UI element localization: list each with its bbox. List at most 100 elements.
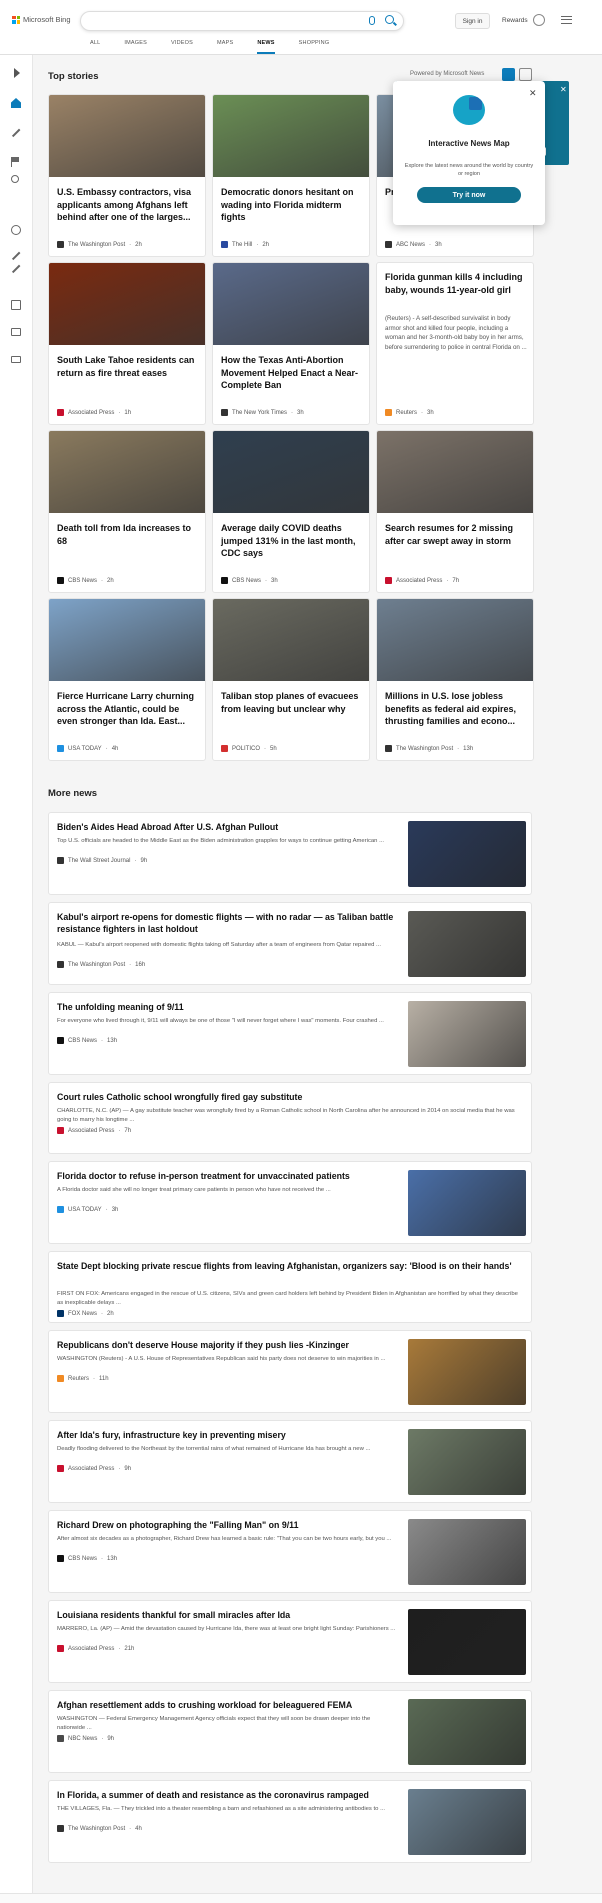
news-thumbnail[interactable] xyxy=(408,1429,526,1495)
news-title[interactable]: After Ida's fury, infrastructure key in … xyxy=(57,1429,397,1441)
story-title[interactable]: Millions in U.S. lose jobless benefits a… xyxy=(385,690,527,728)
try-it-now-button[interactable]: Try it now xyxy=(417,187,521,203)
tab-shopping[interactable]: SHOPPING xyxy=(299,40,330,54)
story-title[interactable]: Taliban stop planes of evacuees from lea… xyxy=(221,690,363,715)
top-story-card[interactable]: South Lake Tahoe residents can return as… xyxy=(48,262,206,425)
news-list-item[interactable]: State Dept blocking private rescue fligh… xyxy=(48,1251,532,1323)
news-list-item[interactable]: The unfolding meaning of 9/11 For everyon… xyxy=(48,992,532,1075)
tab-videos[interactable]: VIDEOS xyxy=(171,40,193,54)
news-list-item[interactable]: Afghan resettlement adds to crushing wor… xyxy=(48,1690,532,1773)
news-title[interactable]: In Florida, a summer of death and resist… xyxy=(57,1789,397,1801)
collapse-arrow-icon[interactable] xyxy=(14,68,20,78)
news-thumbnail[interactable] xyxy=(408,1699,526,1765)
tab-images[interactable]: IMAGES xyxy=(124,40,147,54)
map-view-icon[interactable] xyxy=(519,68,532,81)
news-title[interactable]: Louisiana residents thankful for small m… xyxy=(57,1609,397,1621)
top-story-card[interactable]: Taliban stop planes of evacuees from lea… xyxy=(212,598,370,761)
publisher-logo-icon xyxy=(57,1735,64,1742)
top-story-card[interactable]: Fierce Hurricane Larry churning across t… xyxy=(48,598,206,761)
story-image[interactable] xyxy=(377,431,533,513)
news-title[interactable]: Kabul's airport re-opens for domestic fl… xyxy=(57,911,397,935)
money-icon[interactable] xyxy=(11,356,21,363)
story-title[interactable]: Average daily COVID deaths jumped 131% i… xyxy=(221,522,363,560)
story-image[interactable] xyxy=(377,599,533,681)
news-list-item[interactable]: Louisiana residents thankful for small m… xyxy=(48,1600,532,1683)
story-title[interactable]: How the Texas Anti-Abortion Movement Hel… xyxy=(221,354,363,392)
home-icon[interactable] xyxy=(11,98,21,108)
chart-icon[interactable] xyxy=(11,251,21,260)
science-icon[interactable] xyxy=(11,128,21,137)
story-title[interactable]: Death toll from Ida increases to 68 xyxy=(57,522,199,547)
news-list-item[interactable]: Richard Drew on photographing the "Falli… xyxy=(48,1510,532,1593)
source-name: Associated Press xyxy=(68,1645,115,1652)
grid-view-icon[interactable] xyxy=(502,68,515,81)
sign-in-button[interactable]: Sign in xyxy=(455,13,490,29)
top-story-card[interactable]: U.S. Embassy contractors, visa applicant… xyxy=(48,94,206,257)
top-story-card[interactable]: Millions in U.S. lose jobless benefits a… xyxy=(376,598,534,761)
bing-logo[interactable]: Microsoft Bing xyxy=(12,15,71,24)
search-icon[interactable] xyxy=(385,15,394,24)
news-list-item[interactable]: Florida doctor to refuse in-person treat… xyxy=(48,1161,532,1244)
hamburger-menu-icon[interactable] xyxy=(561,16,572,24)
tab-news[interactable]: NEWS xyxy=(257,40,275,54)
search-box[interactable] xyxy=(80,11,404,31)
story-image[interactable] xyxy=(49,599,205,681)
news-list-item[interactable]: Court rules Catholic school wrongfully f… xyxy=(48,1082,532,1154)
story-image[interactable] xyxy=(49,95,205,177)
story-image[interactable] xyxy=(49,263,205,345)
news-title[interactable]: The unfolding meaning of 9/11 xyxy=(57,1001,397,1013)
world-icon[interactable] xyxy=(11,225,21,235)
news-thumbnail[interactable] xyxy=(408,1339,526,1405)
news-list-item[interactable]: After Ida's fury, infrastructure key in … xyxy=(48,1420,532,1503)
news-title[interactable]: Florida doctor to refuse in-person treat… xyxy=(57,1170,397,1182)
tab-all[interactable]: ALL xyxy=(90,40,100,54)
location-icon[interactable] xyxy=(11,175,19,183)
government-icon[interactable] xyxy=(11,328,21,336)
story-title[interactable]: South Lake Tahoe residents can return as… xyxy=(57,354,199,379)
news-thumbnail[interactable] xyxy=(408,1789,526,1855)
rewards-link[interactable]: Rewards xyxy=(502,17,528,24)
news-title[interactable]: Richard Drew on photographing the "Falli… xyxy=(57,1519,397,1531)
rocket-icon[interactable] xyxy=(11,264,21,273)
news-title[interactable]: Biden's Aides Head Abroad After U.S. Afg… xyxy=(57,821,397,833)
top-story-card[interactable]: Death toll from Ida increases to 68 CBS N… xyxy=(48,430,206,593)
news-thumbnail[interactable] xyxy=(408,1001,526,1067)
story-image[interactable] xyxy=(213,263,369,345)
news-list-item[interactable]: Republicans don't deserve House majority… xyxy=(48,1330,532,1413)
top-story-card[interactable]: Democratic donors hesitant on wading int… xyxy=(212,94,370,257)
entertainment-icon[interactable] xyxy=(11,300,21,310)
news-thumbnail[interactable] xyxy=(408,1609,526,1675)
close-icon[interactable]: ✕ xyxy=(560,85,567,94)
close-icon[interactable]: ✕ xyxy=(529,88,537,99)
story-image[interactable] xyxy=(49,431,205,513)
story-source: CBS News · 2h xyxy=(57,577,114,584)
news-title[interactable]: Court rules Catholic school wrongfully f… xyxy=(57,1091,525,1103)
news-thumbnail[interactable] xyxy=(408,821,526,887)
story-image[interactable] xyxy=(213,599,369,681)
news-thumbnail[interactable] xyxy=(408,1170,526,1236)
news-title[interactable]: State Dept blocking private rescue fligh… xyxy=(57,1260,525,1272)
news-list-item[interactable]: Kabul's airport re-opens for domestic fl… xyxy=(48,902,532,985)
story-title[interactable]: Search resumes for 2 missing after car s… xyxy=(385,522,527,547)
story-title[interactable]: Democratic donors hesitant on wading int… xyxy=(221,186,363,224)
flag-icon[interactable] xyxy=(11,157,21,167)
top-story-card[interactable]: Average daily COVID deaths jumped 131% i… xyxy=(212,430,370,593)
story-image[interactable] xyxy=(213,431,369,513)
news-thumbnail[interactable] xyxy=(408,1519,526,1585)
top-story-card[interactable]: How the Texas Anti-Abortion Movement Hel… xyxy=(212,262,370,425)
top-story-card[interactable]: Florida gunman kills 4 including baby, w… xyxy=(376,262,534,425)
news-thumbnail[interactable] xyxy=(408,911,526,977)
story-title[interactable]: Florida gunman kills 4 including baby, w… xyxy=(385,271,527,296)
top-story-card[interactable]: Search resumes for 2 missing after car s… xyxy=(376,430,534,593)
search-input[interactable] xyxy=(91,15,361,28)
news-list-item[interactable]: Biden's Aides Head Abroad After U.S. Afg… xyxy=(48,812,532,895)
news-title[interactable]: Afghan resettlement adds to crushing wor… xyxy=(57,1699,397,1711)
story-title[interactable]: Fierce Hurricane Larry churning across t… xyxy=(57,690,199,728)
news-title[interactable]: Republicans don't deserve House majority… xyxy=(57,1339,397,1351)
tab-maps[interactable]: MAPS xyxy=(217,40,233,54)
microphone-icon[interactable] xyxy=(369,16,375,25)
news-list-item[interactable]: In Florida, a summer of death and resist… xyxy=(48,1780,532,1863)
rewards-medal-icon[interactable] xyxy=(533,14,545,26)
story-title[interactable]: U.S. Embassy contractors, visa applicant… xyxy=(57,186,199,224)
story-image[interactable] xyxy=(213,95,369,177)
